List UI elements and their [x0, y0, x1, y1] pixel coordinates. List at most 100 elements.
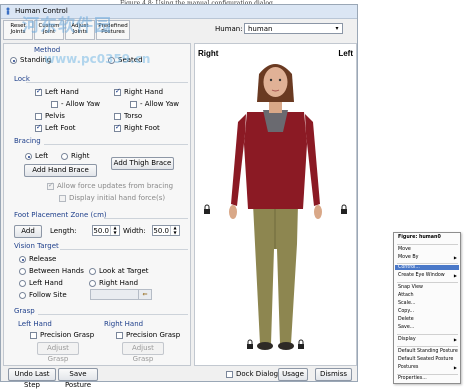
display-initial-force-checkbox[interactable] [59, 195, 66, 202]
adjust-grasp-right-button[interactable]: Adjust Grasp [122, 342, 164, 363]
vision-left-hand-label: Left Hand [29, 279, 63, 287]
lock-icon-right-foot [298, 339, 304, 349]
follow-site-field[interactable]: ⇐ [90, 289, 152, 300]
vision-right-hand-label: Right Hand [99, 279, 139, 287]
precision-grasp-left-checkbox[interactable] [30, 332, 37, 339]
menu-item-attach[interactable]: Attach [398, 293, 414, 298]
width-spin-icon[interactable]: ▲ ▼ [170, 225, 179, 235]
length-label: Length: [50, 227, 77, 235]
menu-item-default-standing[interactable]: Default Standing Posture [398, 349, 458, 354]
lock-left-hand-checkbox[interactable] [35, 87, 42, 96]
submenu-arrow-icon: ▶ [453, 273, 457, 278]
vision-between-hands-radio[interactable] [19, 268, 26, 275]
foot-add-label: Add [21, 227, 35, 235]
vision-look-at-target-label: Look at Target [99, 267, 149, 275]
menu-item-control[interactable]: Control... [395, 265, 459, 270]
grasp-divider [38, 314, 188, 315]
submenu-arrow-icon: ▶ [453, 365, 457, 370]
lock-icon-right-hand [341, 204, 347, 214]
menu-item-create-eye-window[interactable]: Create Eye Window [398, 273, 445, 278]
lock-pelvis-checkbox[interactable] [35, 113, 42, 120]
menu-separator [397, 334, 458, 335]
vision-follow-site-label: Follow Site [29, 291, 67, 299]
menu-item-display[interactable]: Display [398, 337, 416, 342]
allow-yaw-right-label: - Allow Yaw [140, 100, 179, 108]
length-spin-icon[interactable]: ▲ ▼ [110, 225, 119, 235]
menu-item-save[interactable]: Save... [398, 325, 414, 330]
length-value: 50.0 [93, 227, 109, 235]
vision-divider [60, 249, 188, 250]
human-select[interactable]: human ▾ [244, 23, 343, 34]
width-input[interactable]: 50.0 ▲ ▼ [152, 225, 180, 236]
lock-icon-left-hand [204, 204, 210, 214]
grasp-right-hand-title: Right Hand [104, 320, 144, 328]
lock-divider [26, 82, 188, 83]
allow-force-updates-checkbox[interactable] [47, 181, 54, 190]
pick-site-icon[interactable]: ⇐ [138, 290, 151, 299]
bracing-left-label: Left [35, 152, 49, 160]
menu-item-default-seated[interactable]: Default Seated Posture [398, 357, 453, 362]
menu-item-scale[interactable]: Scale... [398, 301, 415, 306]
undo-last-step-button[interactable]: Undo Last Step [8, 368, 56, 389]
bracing-right-radio[interactable] [61, 153, 68, 160]
menu-item-delete[interactable]: Delete [398, 317, 414, 322]
adjust-grasp-left-button[interactable]: Adjust Grasp [37, 342, 79, 363]
grasp-left-hand-title: Left Hand [18, 320, 52, 328]
watermark-title: 河东软件园 [22, 16, 112, 36]
dock-dialog-checkbox[interactable] [226, 371, 233, 378]
vision-between-hands-label: Between Hands [29, 267, 84, 275]
menu-item-copy[interactable]: Copy... [398, 309, 414, 314]
human-figure[interactable] [195, 44, 356, 365]
menu-item-postures[interactable]: Postures [398, 365, 418, 370]
vision-right-hand-radio[interactable] [89, 280, 96, 287]
figure-viewport[interactable]: Right Left [194, 43, 357, 366]
save-posture-button[interactable]: Save Posture [58, 368, 98, 389]
width-label: Width: [123, 227, 146, 235]
add-hand-brace-label: Add Hand Brace [32, 166, 89, 174]
lock-icon-left-foot [247, 339, 253, 349]
menu-item-move-by[interactable]: Move By [398, 255, 419, 260]
lock-right-foot-checkbox[interactable] [114, 123, 121, 132]
human-select-value: human [248, 25, 273, 33]
bracing-title: Bracing [14, 137, 41, 145]
save-posture-label: Save Posture [64, 370, 92, 389]
dismiss-button[interactable]: Dismiss [315, 368, 352, 381]
bracing-right-label: Right [71, 152, 90, 160]
figure-context-menu: Figure: human0 Move Move By ▶ Control...… [393, 232, 461, 384]
foot-placement-title: Foot Placement Zone (cm) [14, 211, 107, 219]
lock-pelvis-label: Pelvis [45, 112, 65, 120]
vision-release-radio[interactable] [19, 256, 26, 263]
menu-item-snap-view[interactable]: Snap View [398, 285, 423, 290]
add-thigh-brace-button[interactable]: Add Thigh Brace [111, 157, 174, 170]
allow-yaw-left-label: - Allow Yaw [61, 100, 100, 108]
vision-target-title: Vision Target [14, 242, 59, 250]
chevron-down-icon: ▾ [335, 25, 339, 32]
menu-item-properties[interactable]: Properties... [398, 376, 427, 381]
menu-separator [397, 263, 458, 264]
vision-look-at-target-radio[interactable] [89, 268, 96, 275]
lock-torso-checkbox[interactable] [114, 113, 121, 120]
add-hand-brace-button[interactable]: Add Hand Brace [24, 164, 97, 177]
vision-follow-site-radio[interactable] [19, 292, 26, 299]
bracing-left-radio[interactable] [25, 153, 32, 160]
lock-right-hand-label: Right Hand [124, 88, 164, 96]
lock-left-foot-checkbox[interactable] [35, 123, 42, 132]
undo-label: Undo Last Step [14, 370, 50, 389]
menu-separator [397, 244, 458, 245]
precision-grasp-right-checkbox[interactable] [116, 332, 123, 339]
lock-torso-label: Torso [124, 112, 143, 120]
lock-right-hand-checkbox[interactable] [114, 87, 121, 96]
allow-yaw-right-checkbox[interactable] [130, 101, 137, 108]
allow-yaw-left-checkbox[interactable] [51, 101, 58, 108]
length-input[interactable]: 50.0 ▲ ▼ [92, 225, 120, 236]
foot-add-button[interactable]: Add [14, 225, 42, 238]
method-standing-radio[interactable] [10, 57, 17, 64]
usage-button[interactable]: Usage [278, 368, 308, 381]
add-thigh-brace-label: Add Thigh Brace [113, 159, 172, 167]
app-icon [6, 7, 10, 15]
bracing-divider [44, 144, 188, 145]
menu-separator [397, 374, 458, 375]
submenu-arrow-icon: ▶ [453, 255, 457, 260]
vision-left-hand-radio[interactable] [19, 280, 26, 287]
menu-item-move[interactable]: Move [398, 247, 411, 252]
